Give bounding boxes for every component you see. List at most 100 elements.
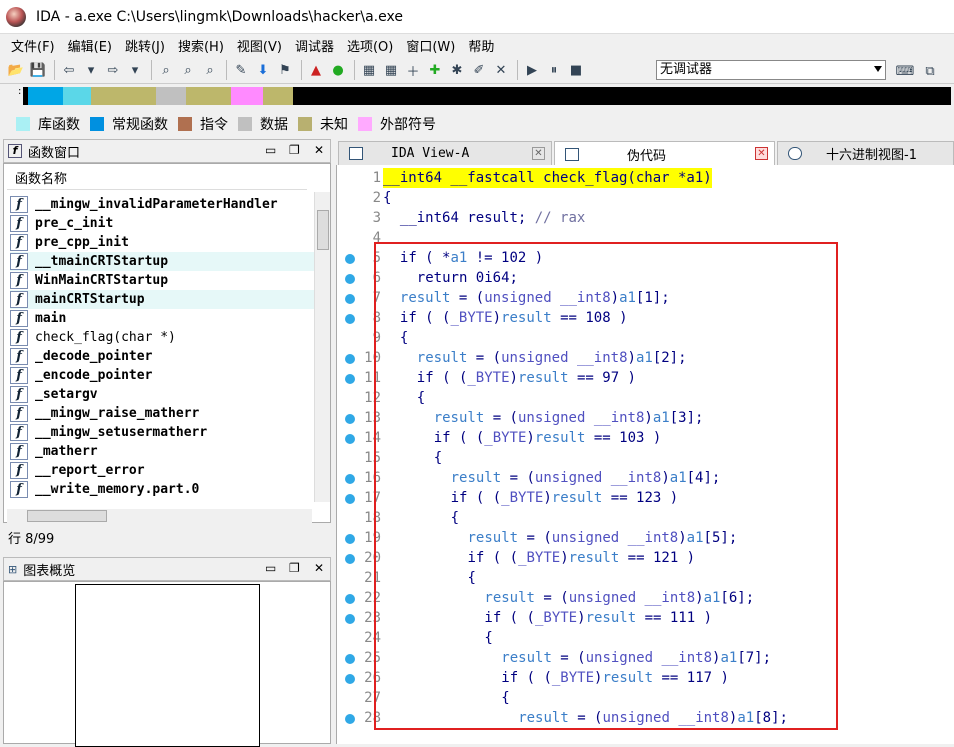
close-icon[interactable]: ✕ (314, 561, 324, 575)
paint-icon[interactable]: ✎ (231, 60, 251, 80)
code-line[interactable]: 3 __int64 result; // rax (337, 208, 954, 228)
add-icon[interactable]: ＋ (403, 60, 423, 80)
menu-item[interactable]: 帮助 (463, 36, 502, 55)
function-name: pre_cpp_init (35, 235, 129, 250)
function-list-item[interactable]: f _matherr (10, 442, 314, 461)
function-list-item[interactable]: f WinMainCRTStartup (10, 271, 314, 290)
pane-float-icon[interactable]: ❐ (289, 561, 300, 575)
binoculars-search-icon[interactable]: ⌕ (156, 60, 176, 80)
attach-process-icon[interactable]: ⧉ (920, 61, 940, 81)
stop-icon[interactable]: ■ (566, 60, 586, 80)
close-icon[interactable]: ✕ (314, 143, 324, 157)
function-list-item[interactable]: f __mingw_invalidParameterHandler (10, 195, 314, 214)
asterisk-icon[interactable]: ✱ (447, 60, 467, 80)
enum-icon[interactable]: ▦ (381, 60, 401, 80)
nav-segment (63, 87, 91, 105)
edit-icon[interactable]: ✐ (469, 60, 489, 80)
menu-item[interactable]: 窗口(W) (401, 36, 463, 55)
menu-item[interactable]: 调试器 (290, 36, 342, 55)
function-list-item[interactable]: f pre_c_init (10, 214, 314, 233)
functions-status-line: 行 8/99 (8, 532, 55, 547)
graph-overview-body[interactable] (3, 581, 331, 747)
tab-ida-view-a[interactable]: IDA View-A ✕ (338, 141, 552, 165)
function-list-item[interactable]: f __tmainCRTStartup (10, 252, 314, 271)
run-green-icon[interactable]: ● (328, 60, 348, 80)
function-list-item[interactable]: f _setargv (10, 385, 314, 404)
menu-item[interactable]: 视图(V) (232, 36, 290, 55)
function-list-item[interactable]: f _decode_pointer (10, 347, 314, 366)
terminal-icon[interactable]: ⌨ (895, 61, 915, 81)
function-list-item[interactable]: f __write_memory.part.0 (10, 480, 314, 499)
function-icon: f (10, 481, 28, 498)
function-name: main (35, 311, 67, 326)
pane-float-icon[interactable]: ❐ (289, 143, 300, 157)
menu-item[interactable]: 跳转(J) (120, 36, 173, 55)
back-arrow-icon[interactable]: ⇦ (59, 60, 79, 80)
pause-icon[interactable]: ⏸ (544, 60, 564, 80)
navigation-band[interactable]: : (0, 84, 954, 110)
function-list-item[interactable]: f mainCRTStartup (10, 290, 314, 309)
function-list-item[interactable]: f check_flag(char *) (10, 328, 314, 347)
menu-item[interactable]: 文件(F) (6, 36, 63, 55)
function-icon: f (10, 405, 28, 422)
debugger-select-value: 无调试器 (660, 62, 713, 77)
tab-pseudocode[interactable]: 伪代码 ✕ (554, 141, 775, 167)
close-icon[interactable]: ✕ (532, 147, 545, 160)
function-list-item[interactable]: f pre_cpp_init (10, 233, 314, 252)
breakpoint-warning-icon[interactable]: ▲ (306, 60, 326, 80)
hex-view-icon (788, 147, 802, 160)
function-name: check_flag(char *) (35, 330, 176, 345)
navigation-strip[interactable] (23, 87, 951, 105)
function-name: __mingw_setusermatherr (35, 425, 208, 440)
scrollbar-thumb[interactable] (27, 510, 107, 522)
struct-icon[interactable]: ▦ (359, 60, 379, 80)
menu-item[interactable]: 搜索(H) (173, 36, 232, 55)
function-name: __tmainCRTStartup (35, 254, 169, 269)
dropdown-arrow-icon[interactable]: ▾ (125, 60, 145, 80)
function-list-item[interactable]: f _encode_pointer (10, 366, 314, 385)
code-line[interactable]: 2{ (337, 188, 954, 208)
search-text-icon[interactable]: ⌕ (178, 60, 198, 80)
legend-label: 外部符号 (380, 117, 436, 133)
pane-minimize-icon[interactable]: ▭ (265, 143, 276, 157)
toolbar-separator (151, 60, 152, 80)
vertical-scrollbar[interactable] (314, 192, 330, 502)
tab-hex-view-1[interactable]: 十六进制视图-1 (777, 141, 954, 165)
function-icon: f (10, 348, 28, 365)
pane-minimize-icon[interactable]: ▭ (265, 561, 276, 575)
function-list-item[interactable]: f main (10, 309, 314, 328)
function-name: _setargv (35, 387, 98, 402)
function-list-item[interactable]: f __mingw_raise_matherr (10, 404, 314, 423)
flag-icon[interactable]: ⚑ (275, 60, 295, 80)
menu-item[interactable]: 选项(O) (342, 36, 401, 55)
nav-segment (91, 87, 156, 105)
dropdown-arrow-icon[interactable]: ▾ (81, 60, 101, 80)
function-icon: f (10, 215, 28, 232)
functions-window-title: 函数窗口 (28, 145, 81, 161)
jump-down-icon[interactable]: ⬇ (253, 60, 273, 80)
function-name-column-header[interactable]: 函数名称 (7, 170, 307, 190)
search-binary-icon[interactable]: ⌕ (200, 60, 220, 80)
nav-segment (293, 87, 913, 105)
graph-overview-viewport[interactable] (75, 584, 260, 747)
delete-icon[interactable]: ✕ (491, 60, 511, 80)
function-name: mainCRTStartup (35, 292, 145, 307)
menu-item[interactable]: 编辑(E) (63, 36, 120, 55)
debugger-select[interactable]: 无调试器 (656, 60, 886, 80)
function-name: _matherr (35, 444, 98, 459)
forward-arrow-icon[interactable]: ⇨ (103, 60, 123, 80)
function-list-item[interactable]: f __report_error (10, 461, 314, 480)
save-icon[interactable]: 💾 (28, 60, 48, 80)
function-list-item[interactable]: f __mingw_setusermatherr (10, 423, 314, 442)
code-line[interactable]: 1 __int64 __fastcall check_flag(char *a1) (337, 168, 954, 188)
scrollbar-thumb[interactable] (317, 210, 329, 250)
legend-label: 未知 (320, 117, 348, 133)
pseudocode-view-icon (565, 148, 579, 161)
legend-swatch (238, 117, 252, 131)
play-icon[interactable]: ▶ (522, 60, 542, 80)
open-file-icon[interactable]: 📂 (6, 60, 26, 80)
horizontal-scrollbar[interactable] (7, 509, 312, 523)
close-icon[interactable]: ✕ (755, 147, 768, 160)
add-green-icon[interactable]: ✚ (425, 60, 445, 80)
nav-pointer-icon: : (18, 86, 22, 97)
